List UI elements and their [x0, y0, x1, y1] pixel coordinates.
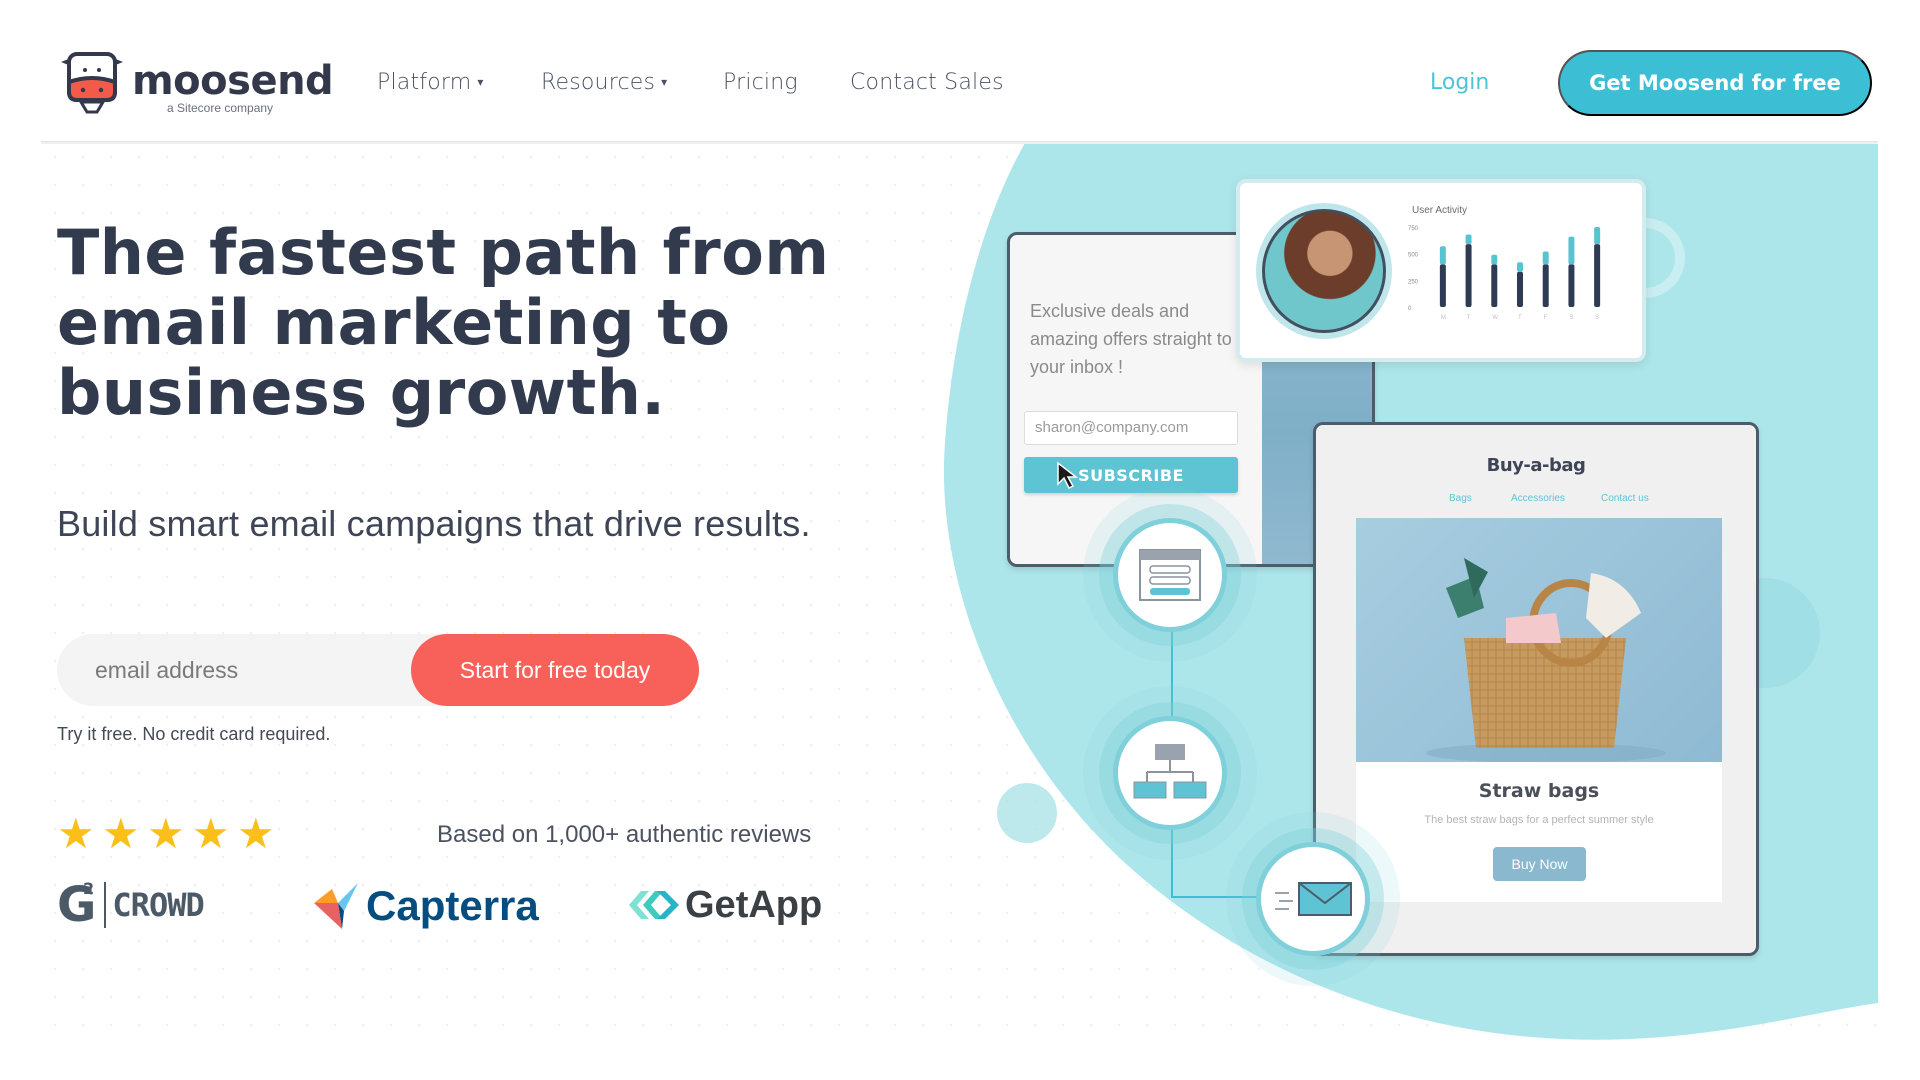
x-tick-label: W	[1492, 315, 1498, 321]
star-icon: ★	[147, 810, 185, 857]
nav-resources[interactable]: Resources ▾	[541, 70, 667, 95]
g2-crowd-logo[interactable]: G2 CROWD	[57, 877, 205, 933]
email-input[interactable]	[57, 634, 417, 706]
g2-crowd-text: CROWD	[112, 886, 204, 924]
star-icon: ★	[102, 810, 140, 857]
getapp-logo[interactable]: GetApp	[627, 880, 822, 930]
hero-subtitle: Build smart email campaigns that drive r…	[57, 503, 811, 544]
star-icon: ★	[192, 810, 230, 857]
reviews-count-text: Based on 1,000+ authentic reviews	[437, 821, 812, 848]
brand-name: moosend	[132, 58, 334, 104]
nav-pricing[interactable]: Pricing	[723, 70, 798, 95]
get-moosend-free-button[interactable]: Get Moosend for free	[1558, 50, 1872, 116]
bar-top	[1517, 262, 1523, 272]
nav-contact-sales[interactable]: Contact Sales	[850, 70, 1004, 95]
user-activity-chart: 750 500 250 0 M T W T F S S	[1408, 226, 1601, 321]
bar-top	[1465, 234, 1472, 245]
no-credit-card-note: Try it free. No credit card required.	[57, 724, 331, 744]
chevron-down-icon: ▾	[661, 75, 668, 89]
y-tick-label: 250	[1408, 279, 1419, 285]
start-free-button[interactable]: Start for free today	[411, 634, 699, 706]
star-icon: ★	[237, 810, 275, 857]
workflow-node-flow	[1113, 716, 1227, 830]
workflow-node-email	[1256, 842, 1370, 956]
g2-icon: G2	[57, 877, 97, 933]
bar-base	[1594, 244, 1601, 307]
store-email-card: Buy-a-bag Bags Accessories Contact us St…	[1313, 422, 1759, 956]
bar-base	[1439, 264, 1446, 307]
bar-base	[1517, 271, 1523, 307]
x-tick-label: M	[1441, 315, 1446, 321]
nav-platform-label: Platform	[377, 70, 472, 95]
store-nav-accessories: Accessories	[1511, 493, 1565, 504]
bar-base	[1542, 264, 1549, 307]
y-tick-label: 0	[1408, 306, 1412, 312]
header-divider	[41, 141, 1878, 144]
x-tick-label: S	[1569, 315, 1573, 321]
buy-now-button: Buy Now	[1493, 847, 1586, 881]
product-title: Straw bags	[1478, 780, 1600, 802]
capterra-arrow-icon	[314, 883, 358, 929]
star-rating: ★ ★ ★ ★ ★	[57, 810, 275, 857]
moosend-logo[interactable]: moosend a Sitecore company	[57, 48, 334, 118]
bar-top	[1542, 251, 1549, 265]
site-header: moosend a Sitecore company Platform ▾ Res…	[0, 0, 1920, 143]
login-link[interactable]: Login	[1430, 70, 1489, 95]
bar-top	[1594, 227, 1601, 245]
bar-top	[1568, 236, 1575, 265]
user-activity-card: User Activity 750 500 250 0 M T W T F S S	[1236, 179, 1646, 362]
signup-form: Start for free today	[57, 634, 699, 706]
nav-resources-label: Resources	[541, 70, 656, 95]
x-tick-label: T	[1518, 315, 1522, 321]
bar-top	[1439, 246, 1446, 265]
flow-chart-icon	[1133, 744, 1207, 799]
brand-tagline: a Sitecore company	[167, 101, 274, 115]
store-nav-contact: Contact us	[1601, 493, 1649, 504]
getapp-chevrons-icon	[629, 891, 679, 919]
user-avatar	[1262, 209, 1386, 333]
mouse-cursor-icon	[1057, 461, 1079, 490]
bar-base	[1491, 264, 1498, 307]
store-title: Buy-a-bag	[1486, 455, 1586, 476]
headline-line: business growth.	[57, 356, 666, 429]
y-tick-label: 500	[1408, 253, 1419, 259]
form-card-email-input: sharon@company.com	[1024, 411, 1238, 445]
x-tick-label: F	[1544, 315, 1548, 321]
logo-divider	[104, 882, 107, 928]
x-tick-label: T	[1467, 315, 1471, 321]
straw-bag-image	[1356, 518, 1722, 762]
workflow-node-form	[1113, 518, 1227, 632]
x-tick-label: S	[1595, 315, 1599, 321]
email-send-icon	[1275, 882, 1352, 916]
getapp-text: GetApp	[685, 883, 823, 926]
bar-base	[1465, 244, 1472, 307]
product-description: The best straw bags for a perfect summer…	[1424, 814, 1654, 826]
headline-line: email marketing to	[57, 286, 731, 359]
chevron-down-icon: ▾	[477, 75, 484, 89]
y-tick-label: 750	[1408, 226, 1419, 232]
bar-top	[1491, 254, 1498, 265]
headline-line: The fastest path from	[57, 216, 830, 289]
capterra-logo[interactable]: Capterra	[312, 880, 539, 932]
nav-platform[interactable]: Platform ▾	[377, 70, 484, 95]
product-panel: Straw bags The best straw bags for a per…	[1356, 762, 1722, 902]
hero-headline: The fastest path from email marketing to…	[57, 218, 837, 428]
star-icon: ★	[57, 810, 95, 857]
capterra-text: Capterra	[366, 882, 539, 929]
store-nav-bags: Bags	[1449, 493, 1472, 504]
form-icon	[1139, 549, 1201, 601]
chart-title: User Activity	[1412, 205, 1468, 216]
form-card-text: Exclusive deals and amazing offers strai…	[1030, 301, 1232, 377]
cow-icon	[61, 52, 123, 114]
bar-base	[1568, 264, 1575, 307]
